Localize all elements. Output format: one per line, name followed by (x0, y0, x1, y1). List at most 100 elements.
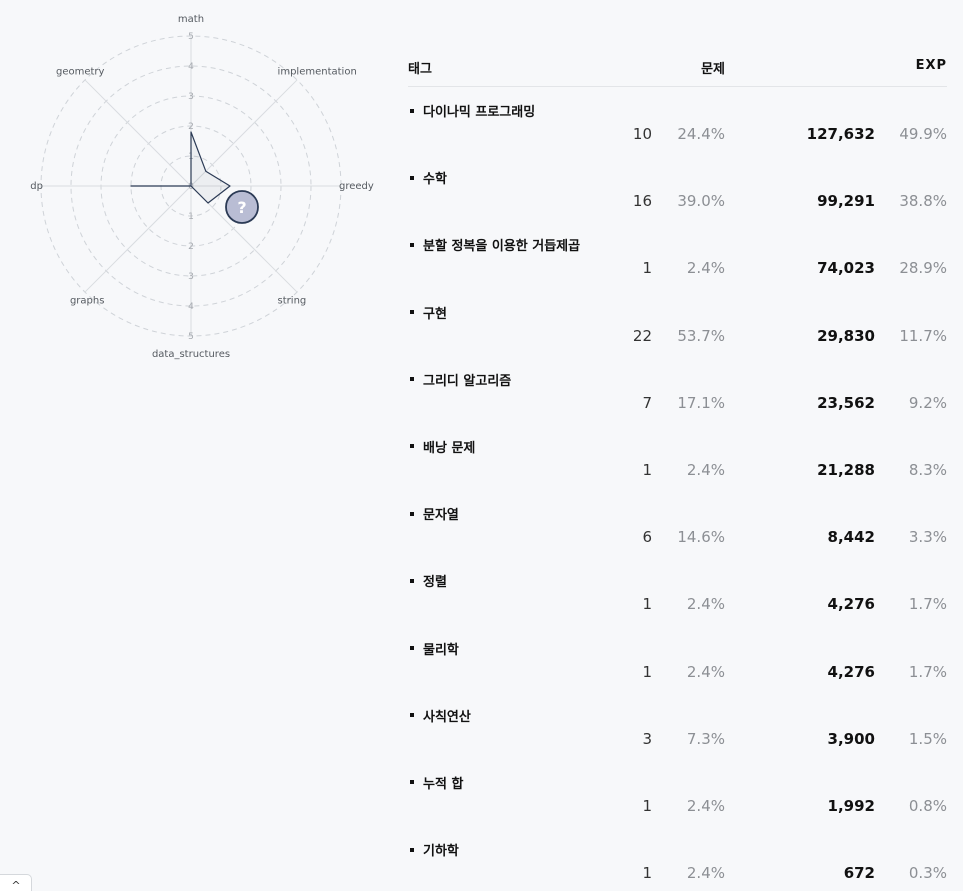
problem-percent: 24.4% (677, 125, 725, 143)
tag-label: 배낭 문제 (423, 440, 476, 456)
problem-count: 3 (642, 729, 652, 748)
tag-label: 기하학 (423, 844, 459, 860)
tick-label: 5 (188, 32, 194, 42)
problem-count: 1 (642, 595, 652, 614)
bullet-icon (410, 377, 414, 382)
header-tag: 태그 (408, 62, 432, 77)
tag-link[interactable]: 누적 합 (410, 773, 463, 792)
exp-value: 99,291 (817, 192, 875, 211)
exp-value: 4,276 (827, 595, 875, 614)
bullet-icon (410, 847, 414, 852)
problem-percent: 2.4% (686, 662, 725, 681)
problem-percent: 39.0% (677, 192, 725, 211)
tick-label: 4 (188, 302, 194, 312)
tick-label: 2 (188, 242, 194, 252)
table-row: 다이나믹 프로그래밍 10 24.4% 127,632 49.9% (408, 87, 947, 154)
exp-percent: 28.9% (899, 259, 947, 278)
exp-percent: 1.7% (908, 662, 947, 681)
problem-count: 1 (642, 864, 652, 883)
table-body: 다이나믹 프로그래밍 10 24.4% 127,632 49.9% 수학 16 39.0% 99… (408, 87, 947, 891)
tag-link[interactable]: 그리디 알고리즘 (410, 370, 511, 389)
tag-label: 수학 (423, 172, 447, 188)
scroll-top-button[interactable]: ^ (0, 874, 32, 891)
tag-link[interactable]: 물리학 (410, 639, 459, 658)
problem-percent: 14.6% (677, 528, 725, 547)
table-row: 기하학 1 2.4% 672 0.3% (408, 826, 947, 891)
tag-label: 사칙연산 (423, 709, 471, 725)
tag-label: 그리디 알고리즘 (423, 373, 512, 389)
tag-link[interactable]: 정렬 (410, 571, 447, 590)
tag-label: 구현 (423, 306, 447, 322)
axis-line (84, 79, 192, 187)
table-row: 구현 22 53.7% 29,830 11.7% (408, 289, 947, 356)
table-row: 문자열 6 14.6% 8,442 3.3% (408, 490, 947, 557)
tick-label: 4 (188, 62, 194, 72)
tag-link[interactable]: 구현 (410, 303, 447, 322)
table-row: 그리디 알고리즘 7 17.1% 23,562 9.2% (408, 356, 947, 423)
problem-count: 16 (632, 192, 652, 211)
exp-value: 23,562 (817, 393, 875, 412)
exp-percent: 0.3% (908, 864, 947, 883)
tag-link[interactable]: 기하학 (410, 840, 459, 859)
table-row: 물리학 1 2.4% 4,276 1.7% (408, 625, 947, 692)
exp-value: 29,830 (817, 326, 875, 345)
exp-value: 1,992 (827, 796, 875, 815)
exp-percent: 11.7% (899, 326, 947, 345)
bullet-icon (410, 444, 414, 449)
bullet-icon (410, 108, 414, 113)
tick-label: 2 (188, 122, 194, 132)
axis-label-implementation: implementation (278, 66, 357, 77)
problem-count: 10 (632, 125, 652, 143)
bullet-icon (410, 511, 414, 516)
problem-count: 6 (642, 528, 652, 547)
exp-value: 3,900 (827, 729, 875, 748)
tick-label: 1 (188, 212, 194, 222)
axis-label-graphs: graphs (70, 296, 104, 307)
tag-link[interactable]: 다이나믹 프로그래밍 (410, 101, 535, 120)
tag-label: 문자열 (423, 508, 459, 524)
axis-label-dp: dp (30, 181, 43, 192)
exp-percent: 1.5% (908, 729, 947, 748)
radar-series (130, 131, 231, 204)
bullet-icon (410, 242, 414, 247)
exp-value: 74,023 (817, 259, 875, 278)
exp-percent: 1.7% (908, 595, 947, 614)
table-row: 사칙연산 3 7.3% 3,900 1.5% (408, 692, 947, 759)
tag-link[interactable]: 문자열 (410, 504, 459, 523)
bullet-icon (410, 578, 414, 583)
problem-percent: 2.4% (686, 595, 725, 614)
header-problems: 문제 (701, 62, 725, 77)
exp-percent: 8.3% (908, 460, 947, 479)
tag-label: 누적 합 (423, 776, 464, 792)
question-icon: ? (237, 198, 246, 217)
exp-value: 127,632 (806, 125, 875, 143)
problem-count: 1 (642, 460, 652, 479)
problem-count: 1 (642, 259, 652, 278)
tag-link[interactable]: 사칙연산 (410, 706, 471, 725)
tag-link[interactable]: 수학 (410, 168, 447, 187)
tag-stats-page: 01122334455 mathimplementationgreedystri… (0, 0, 963, 891)
exp-value: 672 (843, 864, 875, 883)
exp-value: 8,442 (827, 528, 875, 547)
problem-count: 1 (642, 662, 652, 681)
tag-link[interactable]: 배낭 문제 (410, 437, 475, 456)
problem-count: 1 (642, 796, 652, 815)
tag-label: 정렬 (423, 575, 447, 591)
bullet-icon (410, 713, 414, 718)
tick-label: 5 (188, 332, 194, 342)
table-row: 배낭 문제 1 2.4% 21,288 8.3% (408, 423, 947, 490)
table-header: 태그 문제 EXP (408, 50, 947, 87)
exp-value: 21,288 (817, 460, 875, 479)
help-marker[interactable]: ? (225, 190, 259, 224)
axis-line (84, 185, 192, 293)
axis-label-string: string (278, 296, 307, 307)
tag-label: 분할 정복을 이용한 거듭제곱 (423, 239, 581, 255)
table-row: 정렬 1 2.4% 4,276 1.7% (408, 557, 947, 624)
exp-percent: 3.3% (908, 528, 947, 547)
axis-label-geometry: geometry (56, 66, 105, 77)
bullet-icon (410, 780, 414, 785)
tag-label: 물리학 (423, 642, 459, 658)
problem-percent: 2.4% (686, 864, 725, 883)
tag-link[interactable]: 분할 정복을 이용한 거듭제곱 (410, 235, 580, 254)
tick-label: 3 (188, 272, 194, 282)
